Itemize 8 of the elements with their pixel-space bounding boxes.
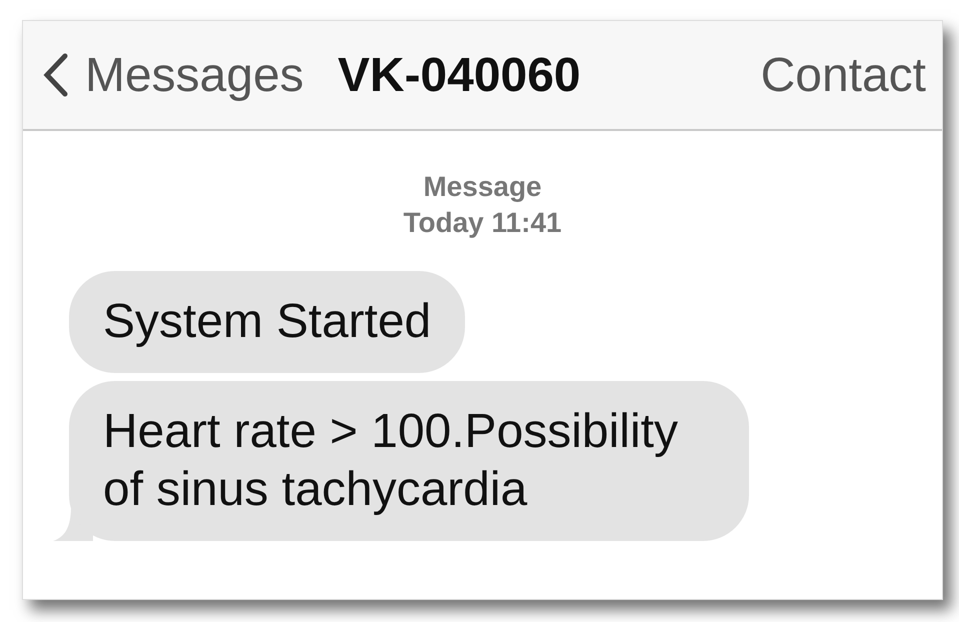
timestamp: Today 11:41 bbox=[403, 207, 562, 239]
message-bubble: Heart rate > 100.Possibility of sinus tachycardia bbox=[69, 381, 749, 541]
back-button[interactable]: Messages bbox=[43, 48, 304, 102]
message-label: Message bbox=[423, 171, 542, 203]
message-bubble: System Started bbox=[69, 271, 466, 373]
contact-button[interactable]: Contact bbox=[760, 48, 926, 102]
back-chevron-icon bbox=[43, 53, 69, 97]
conversation-title: VK-040060 bbox=[338, 48, 581, 102]
